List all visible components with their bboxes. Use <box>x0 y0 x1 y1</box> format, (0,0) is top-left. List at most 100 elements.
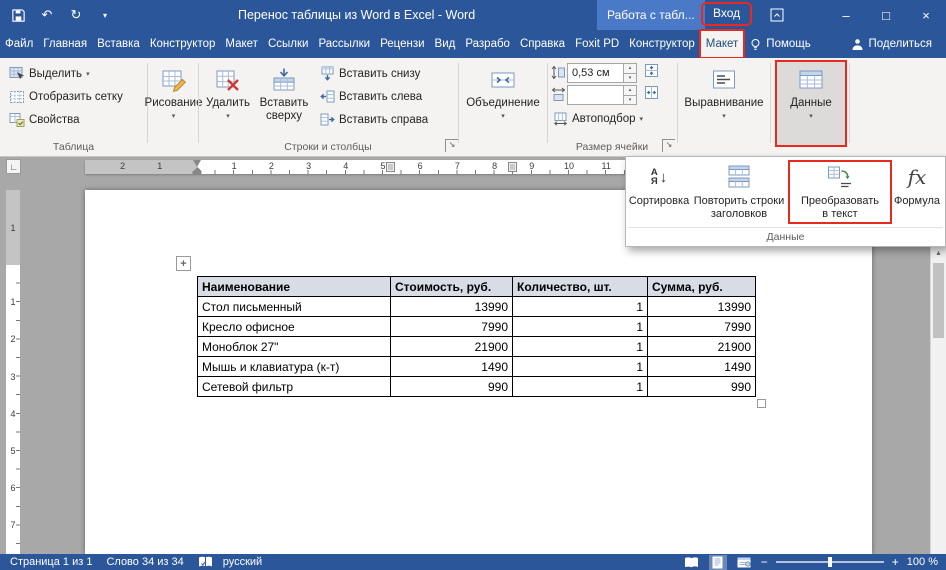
doc-table-cell[interactable]: 13990 <box>648 297 756 317</box>
doc-table-cell[interactable]: 1 <box>513 317 648 337</box>
doc-table-cell[interactable]: 1 <box>513 377 648 397</box>
autofit-button[interactable]: Автоподбор ▾ <box>549 108 647 129</box>
insert-right-button[interactable]: Вставить справа <box>316 109 432 130</box>
tab-insert[interactable]: Вставка <box>92 30 145 58</box>
spin-down-button[interactable]: ▾ <box>624 96 637 106</box>
dialog-launcher-cell-size[interactable]: ↘ <box>662 139 675 152</box>
tab-help-reference[interactable]: Справка <box>515 30 570 58</box>
table-resize-handle[interactable] <box>757 399 766 408</box>
spin-up-button[interactable]: ▴ <box>624 63 637 74</box>
doc-table-cell[interactable]: Мышь и клавиатура (к-т) <box>198 357 391 377</box>
doc-table[interactable]: НаименованиеСтоимость, руб.Количество, ш… <box>197 276 756 397</box>
table-column-marker[interactable] <box>386 162 395 172</box>
zoom-level[interactable]: 100 % <box>907 556 938 568</box>
tab-references[interactable]: Ссылки <box>263 30 314 58</box>
doc-table-cell[interactable]: 990 <box>391 377 513 397</box>
scrollbar-thumb[interactable] <box>933 263 944 338</box>
menu-item-formula[interactable]: fx Формула <box>892 160 942 224</box>
close-button[interactable]: × <box>906 0 946 30</box>
tab-review[interactable]: Рецензи <box>375 30 429 58</box>
insert-above-button[interactable]: Вставить сверху <box>255 61 313 123</box>
doc-table-cell[interactable]: 1 <box>513 357 648 377</box>
web-layout-button[interactable] <box>735 555 753 570</box>
doc-table-cell[interactable]: 21900 <box>648 337 756 357</box>
first-line-indent-marker[interactable] <box>193 160 201 167</box>
doc-table-cell[interactable]: 13990 <box>391 297 513 317</box>
column-width-field[interactable]: ▴ ▾ <box>567 85 637 105</box>
draw-table-group-button[interactable]: Рисование ▾ <box>150 61 197 123</box>
tab-foxit-pdf[interactable]: Foxit PD <box>570 30 624 58</box>
distribute-columns-button[interactable] <box>642 85 660 105</box>
doc-table-cell[interactable]: Моноблок 27" <box>198 337 391 357</box>
delete-button[interactable]: Удалить ▾ <box>203 61 253 123</box>
zoom-in-button[interactable]: + <box>892 555 899 569</box>
dialog-launcher-rows-columns[interactable]: ↘ <box>445 139 458 152</box>
tab-help[interactable]: Помощь <box>744 30 815 58</box>
doc-table-cell[interactable]: 990 <box>648 377 756 397</box>
doc-table-cell[interactable]: 1490 <box>391 357 513 377</box>
customize-qat-button[interactable]: ▾ <box>97 6 113 24</box>
table-move-handle[interactable]: + <box>176 256 191 271</box>
sign-in-button[interactable]: Вход <box>703 4 750 24</box>
undo-button[interactable]: ↶ <box>39 6 55 24</box>
contextual-tab-group-header[interactable]: Работа с табл... <box>597 0 705 30</box>
doc-table-cell[interactable]: 7990 <box>391 317 513 337</box>
select-button[interactable]: Выделить ▾ <box>5 63 94 84</box>
data-group-button[interactable]: Данные ▾ <box>776 61 846 146</box>
table-column-marker[interactable] <box>508 162 517 172</box>
word-count[interactable]: Слово 34 из 34 <box>106 556 183 568</box>
tab-view[interactable]: Вид <box>430 30 461 58</box>
merge-group-button[interactable]: Объединение ▾ <box>463 61 543 123</box>
tab-developer[interactable]: Разрабо <box>460 30 515 58</box>
tab-table-design[interactable]: Конструктор <box>624 30 700 58</box>
spin-up-button[interactable]: ▴ <box>624 85 637 96</box>
page-indicator[interactable]: Страница 1 из 1 <box>10 556 92 568</box>
distribute-rows-button[interactable] <box>642 63 660 83</box>
maximize-button[interactable]: □ <box>866 0 906 30</box>
share-button[interactable]: Поделиться <box>846 30 946 58</box>
tab-home[interactable]: Главная <box>38 30 92 58</box>
left-indent-marker[interactable] <box>193 167 202 174</box>
read-mode-button[interactable] <box>683 555 701 570</box>
tab-layout[interactable]: Макет <box>220 30 263 58</box>
zoom-slider-thumb[interactable] <box>828 557 832 567</box>
language-indicator[interactable]: русский <box>223 556 262 568</box>
doc-table-header-cell[interactable]: Количество, шт. <box>513 277 648 297</box>
alignment-group-button[interactable]: Выравнивание ▾ <box>681 61 767 123</box>
proofing-button[interactable] <box>198 556 213 568</box>
tab-file[interactable]: Файл <box>0 30 38 58</box>
print-layout-button[interactable] <box>709 555 727 570</box>
doc-table-cell[interactable]: 1 <box>513 297 648 317</box>
row-height-value[interactable]: 0,53 см <box>567 63 624 83</box>
tab-stop-selector[interactable]: ∟ <box>6 159 21 174</box>
menu-item-repeat-header-rows[interactable]: Повторить строки заголовков <box>690 160 788 224</box>
tab-table-layout[interactable]: Макет <box>700 30 745 58</box>
scroll-up-icon[interactable]: ▲ <box>931 250 946 257</box>
doc-table-cell[interactable]: 21900 <box>391 337 513 357</box>
zoom-slider[interactable] <box>776 561 884 563</box>
row-height-field[interactable]: 0,53 см ▴ ▾ <box>567 63 637 83</box>
properties-button[interactable]: Свойства <box>5 109 84 130</box>
vertical-scrollbar[interactable]: ▲ <box>930 247 946 554</box>
doc-table-header-cell[interactable]: Стоимость, руб. <box>391 277 513 297</box>
doc-table-cell[interactable]: Стол письменный <box>198 297 391 317</box>
zoom-out-button[interactable]: − <box>761 555 768 569</box>
view-gridlines-button[interactable]: Отобразить сетку <box>5 86 127 107</box>
doc-table-cell[interactable]: Кресло офисное <box>198 317 391 337</box>
column-width-value[interactable] <box>567 85 624 105</box>
menu-item-sort[interactable]: АЯ↓ Сортировка <box>628 160 690 224</box>
tab-design[interactable]: Конструктор <box>145 30 221 58</box>
spin-down-button[interactable]: ▾ <box>624 74 637 84</box>
insert-below-button[interactable]: Вставить снизу <box>316 63 424 84</box>
insert-left-button[interactable]: Вставить слева <box>316 86 426 107</box>
doc-table-header-cell[interactable]: Сумма, руб. <box>648 277 756 297</box>
save-button[interactable] <box>10 6 26 24</box>
menu-item-convert-to-text[interactable]: Преобразовать в текст <box>788 160 892 224</box>
doc-table-cell[interactable]: 1490 <box>648 357 756 377</box>
minimize-button[interactable]: – <box>826 0 866 30</box>
ribbon-display-options-button[interactable] <box>768 7 786 23</box>
doc-table-cell[interactable]: 1 <box>513 337 648 357</box>
doc-table-cell[interactable]: 7990 <box>648 317 756 337</box>
doc-table-cell[interactable]: Сетевой фильтр <box>198 377 391 397</box>
tab-mailings[interactable]: Рассылки <box>313 30 375 58</box>
